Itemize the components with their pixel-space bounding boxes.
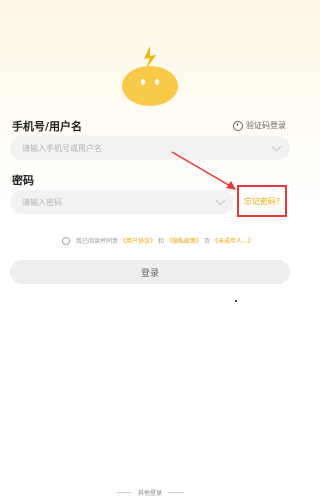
password-label: 密码 (12, 174, 34, 187)
code-login-label: 验证码登录 (246, 121, 286, 130)
divider-left (115, 492, 132, 493)
code-login-icon (233, 120, 243, 131)
code-login-link[interactable]: 验证码登录 (233, 120, 286, 131)
user-agreement-link[interactable]: 《用户协议》 (120, 236, 156, 245)
agreement-row: 我已阅读并同意 《用户协议》 和 《隐私政策》 及 《未成年人...》 (62, 236, 254, 245)
agreement-prefix: 我已阅读并同意 (76, 238, 119, 245)
username-label: 手机号/用户名 (12, 120, 83, 133)
annotation-arrow (171, 151, 236, 190)
chevron-down-icon[interactable] (271, 141, 282, 152)
agreement-and: 和 (158, 238, 165, 245)
password-input[interactable] (20, 196, 217, 208)
other-login-section: 其他登录 (0, 488, 300, 497)
divider-right (168, 492, 184, 493)
login-button[interactable]: 登录 (10, 260, 290, 284)
privacy-policy-link[interactable]: 《隐私政策》 (166, 236, 202, 245)
forgot-password-link[interactable]: 忘记密码? (237, 185, 287, 217)
decorative-dot (235, 300, 237, 302)
mascot-logo (122, 46, 178, 106)
agreement-checkbox[interactable] (62, 236, 70, 245)
children-policy-link[interactable]: 《未成年人...》 (212, 236, 254, 245)
agreement-and2: 及 (204, 238, 211, 245)
chevron-down-icon[interactable] (215, 195, 226, 206)
username-field[interactable] (10, 136, 290, 160)
other-login-label: 其他登录 (137, 490, 162, 497)
